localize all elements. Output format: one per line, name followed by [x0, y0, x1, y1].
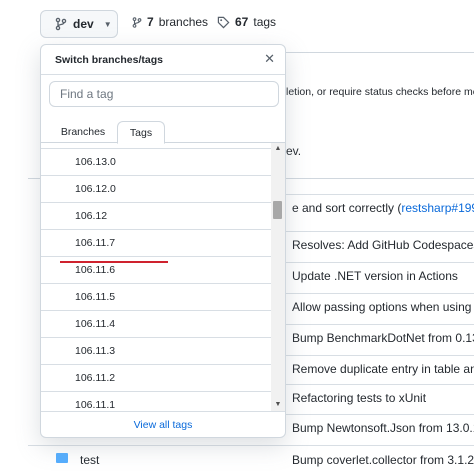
tags-count: 67 [235, 15, 249, 29]
tag-item[interactable]: 106.11.1 [41, 392, 271, 411]
commit-message: Resolves: Add GitHub Codespaces c [292, 238, 474, 252]
scroll-down-icon[interactable]: ▼ [271, 399, 285, 411]
commit-message: Refactoring tests to xUnit [292, 391, 427, 405]
git-branch-icon [55, 17, 67, 31]
tag-filter-input[interactable] [49, 81, 279, 107]
dropdown-title: Switch branches/tags [55, 54, 163, 66]
commit-message-row[interactable]: e and sort correctly (restsharp#1997) [268, 194, 474, 221]
commit-header-text: ev. [286, 144, 302, 158]
tag-item[interactable]: 106.11.7 [41, 230, 271, 257]
git-branch-icon [132, 16, 142, 28]
tag-item[interactable]: 106.11.2 [41, 365, 271, 392]
tag-item[interactable]: 106.11.3 [41, 338, 271, 365]
branches-link[interactable]: 7 branches [132, 15, 208, 29]
commit-message: Bump BenchmarkDotNet from 0.13. [292, 331, 474, 345]
tags-label: tags [253, 15, 277, 29]
commit-message-row[interactable]: Resolves: Add GitHub Codespaces c [268, 231, 474, 258]
commit-message: Update .NET version in Actions [292, 269, 458, 283]
tag-icon [217, 16, 230, 28]
commit-message-row[interactable]: Bump Newtonsoft.Json from 13.0.1 [268, 414, 474, 441]
commit-message: Allow passing options when using c [292, 300, 474, 314]
file-row[interactable]: test Bump coverlet.collector from 3.1.2 … [28, 445, 474, 475]
list-item-partial [41, 135, 271, 149]
file-name[interactable]: test [80, 453, 99, 467]
branches-count: 7 [147, 15, 154, 29]
issue-link[interactable]: restsharp#1997 [401, 201, 474, 215]
dropdown-header: Switch branches/tags ✕ [41, 45, 285, 75]
scrollbar-thumb[interactable] [273, 201, 282, 219]
close-icon[interactable]: ✕ [264, 51, 275, 67]
commit-message[interactable]: Bump coverlet.collector from 3.1.2 t [292, 453, 474, 467]
view-all-tags-link[interactable]: View all tags [134, 419, 193, 431]
branches-label: branches [158, 15, 209, 29]
branch-select-button[interactable]: dev ▼ [40, 10, 118, 38]
commit-message: e and sort correctly ( [292, 201, 402, 215]
tag-item[interactable]: 106.11.4 [41, 311, 271, 338]
tag-list[interactable]: 106.13.0 106.12.0 106.12 106.11.7 106.11… [41, 135, 271, 411]
folder-icon [56, 453, 68, 463]
protection-text: letion, or require status checks before … [286, 86, 474, 98]
dropdown-footer: View all tags [41, 411, 285, 437]
commit-message: Remove duplicate entry in table and [292, 362, 474, 376]
commit-message-row[interactable]: Bump BenchmarkDotNet from 0.13. [268, 324, 474, 351]
commit-message-row[interactable]: Update .NET version in Actions [268, 262, 474, 289]
tag-item[interactable]: 106.11.5 [41, 284, 271, 311]
branch-protection-notice: letion, or require status checks before … [268, 52, 474, 129]
commit-message-row[interactable]: Allow passing options when using c [268, 293, 474, 320]
scroll-up-icon[interactable]: ▲ [271, 143, 285, 155]
red-underline-annotation [60, 261, 168, 263]
commit-message-row[interactable]: Remove duplicate entry in table and [268, 355, 474, 382]
commit-message: Bump Newtonsoft.Json from 13.0.1 [292, 421, 474, 435]
tag-item[interactable]: 106.12 [41, 203, 271, 230]
scrollbar[interactable]: ▲ ▼ [271, 143, 285, 411]
tag-item[interactable]: 106.12.0 [41, 176, 271, 203]
chevron-down-icon: ▼ [103, 19, 112, 29]
tag-item[interactable]: 106.13.0 [41, 149, 271, 176]
branch-name: dev [73, 17, 94, 31]
commit-message-row[interactable]: Refactoring tests to xUnit [268, 384, 474, 411]
repo-toolbar: dev ▼ 7 branches 67 tags [0, 0, 474, 48]
branch-tag-dropdown: Switch branches/tags ✕ Branches Tags 106… [40, 44, 286, 438]
tags-link[interactable]: 67 tags [217, 15, 276, 29]
